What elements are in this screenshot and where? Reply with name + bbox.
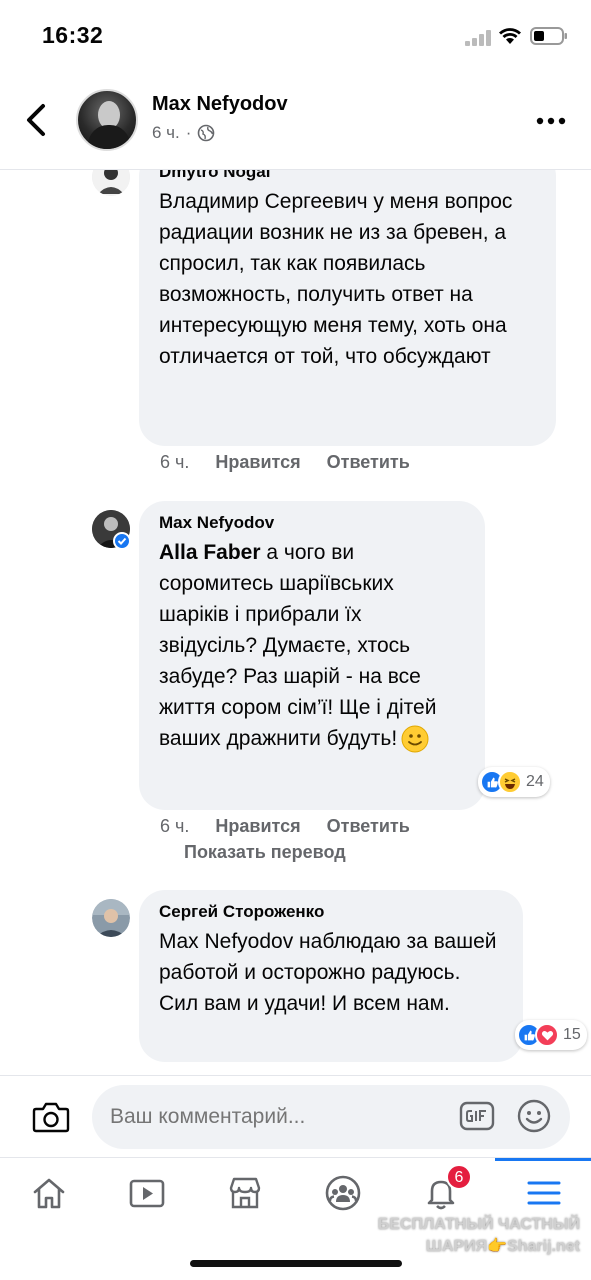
reaction-count: 15: [563, 1026, 581, 1043]
home-indicator: [190, 1260, 402, 1267]
comment-author[interactable]: Сергей Стороженко: [159, 902, 503, 922]
comment-bubble: Сергей Стороженко Max Nefyodov наблюдаю …: [139, 890, 523, 1062]
watermark: БЕСПЛАТНЫЙ ЧАСТНЫЙ ШАРИЯ👉Sharij.net: [360, 1214, 580, 1258]
author-avatar[interactable]: [76, 89, 138, 151]
comments-list: Dmytro Nogai Владимир Сергеевич у меня в…: [0, 170, 591, 1075]
comment-author[interactable]: Dmytro Nogai: [159, 170, 536, 182]
comment-bubble: Max Nefyodov Alla Faber а чого ви сороми…: [139, 501, 485, 810]
meta-separator: ·: [185, 123, 192, 142]
reply-button[interactable]: Ответить: [327, 452, 410, 473]
comment-text: Max Nefyodov наблюдаю за вашей работой и…: [159, 930, 497, 1015]
reactions-summary[interactable]: 15: [515, 1020, 587, 1050]
haha-reaction-icon: [498, 770, 522, 794]
post-author-name[interactable]: Max Nefyodov: [152, 93, 288, 116]
gif-icon[interactable]: [459, 1100, 495, 1132]
love-reaction-icon: [535, 1023, 559, 1047]
comment-time[interactable]: 6 ч.: [160, 452, 189, 473]
comment-input[interactable]: [92, 1085, 570, 1149]
watermark-line-2: ШАРИЯ👉Sharij.net: [425, 1238, 580, 1255]
status-bar: 16:32: [0, 0, 591, 70]
nav-marketplace[interactable]: [196, 1158, 294, 1228]
home-icon: [33, 1178, 65, 1209]
comment-avatar[interactable]: [92, 899, 130, 937]
nav-watch[interactable]: [98, 1158, 196, 1228]
notification-count-badge: 6: [446, 1164, 472, 1190]
mention-link[interactable]: Alla Faber: [159, 541, 261, 564]
like-button[interactable]: Нравится: [215, 452, 300, 473]
reaction-count: 24: [526, 773, 544, 790]
battery-icon: [530, 27, 567, 45]
comment-author[interactable]: Max Nefyodov: [159, 513, 465, 533]
comment-text: Alla Faber а чого ви соромитесь шаріївсь…: [159, 537, 465, 754]
watermark-line-1: БЕСПЛАТНЫЙ ЧАСТНЫЙ: [377, 1216, 580, 1233]
post-meta: 6 ч. ·: [152, 123, 215, 143]
watch-icon: [129, 1179, 165, 1208]
comment-avatar[interactable]: [92, 170, 130, 196]
nav-home[interactable]: [0, 1158, 98, 1228]
show-translation-link[interactable]: Показать перевод: [184, 842, 346, 863]
post-header: Max Nefyodov 6 ч. ·: [0, 72, 591, 170]
groups-icon: [325, 1175, 361, 1211]
marketplace-icon: [229, 1177, 261, 1209]
reply-button[interactable]: Ответить: [327, 816, 410, 837]
wifi-icon: [499, 28, 521, 44]
signal-icon: [465, 30, 491, 46]
comment-bubble: Dmytro Nogai Владимир Сергеевич у меня в…: [139, 170, 556, 446]
back-arrow-icon[interactable]: [22, 102, 52, 138]
camera-icon[interactable]: [32, 1100, 70, 1134]
status-time: 16:32: [42, 22, 104, 48]
globe-icon: [198, 124, 215, 142]
reactions-summary[interactable]: 24: [478, 767, 550, 797]
comment-actions: 6 ч. Нравится Ответить: [160, 452, 410, 473]
comment-composer: [0, 1075, 591, 1157]
menu-icon: [527, 1181, 561, 1205]
comment-body: а чого ви соромитесь шаріївських шаріків…: [159, 541, 437, 750]
smiling-face-icon: [401, 725, 429, 753]
comment-time[interactable]: 6 ч.: [160, 816, 189, 837]
more-options-icon[interactable]: [536, 116, 566, 126]
comment-actions: 6 ч. Нравится Ответить: [160, 816, 410, 837]
emoji-icon[interactable]: [516, 1098, 552, 1134]
verified-badge-icon: [113, 532, 131, 550]
post-time[interactable]: 6 ч.: [152, 123, 180, 143]
like-button[interactable]: Нравится: [215, 816, 300, 837]
comment-text: Владимир Сергеевич у меня вопрос радиаци…: [159, 190, 513, 368]
